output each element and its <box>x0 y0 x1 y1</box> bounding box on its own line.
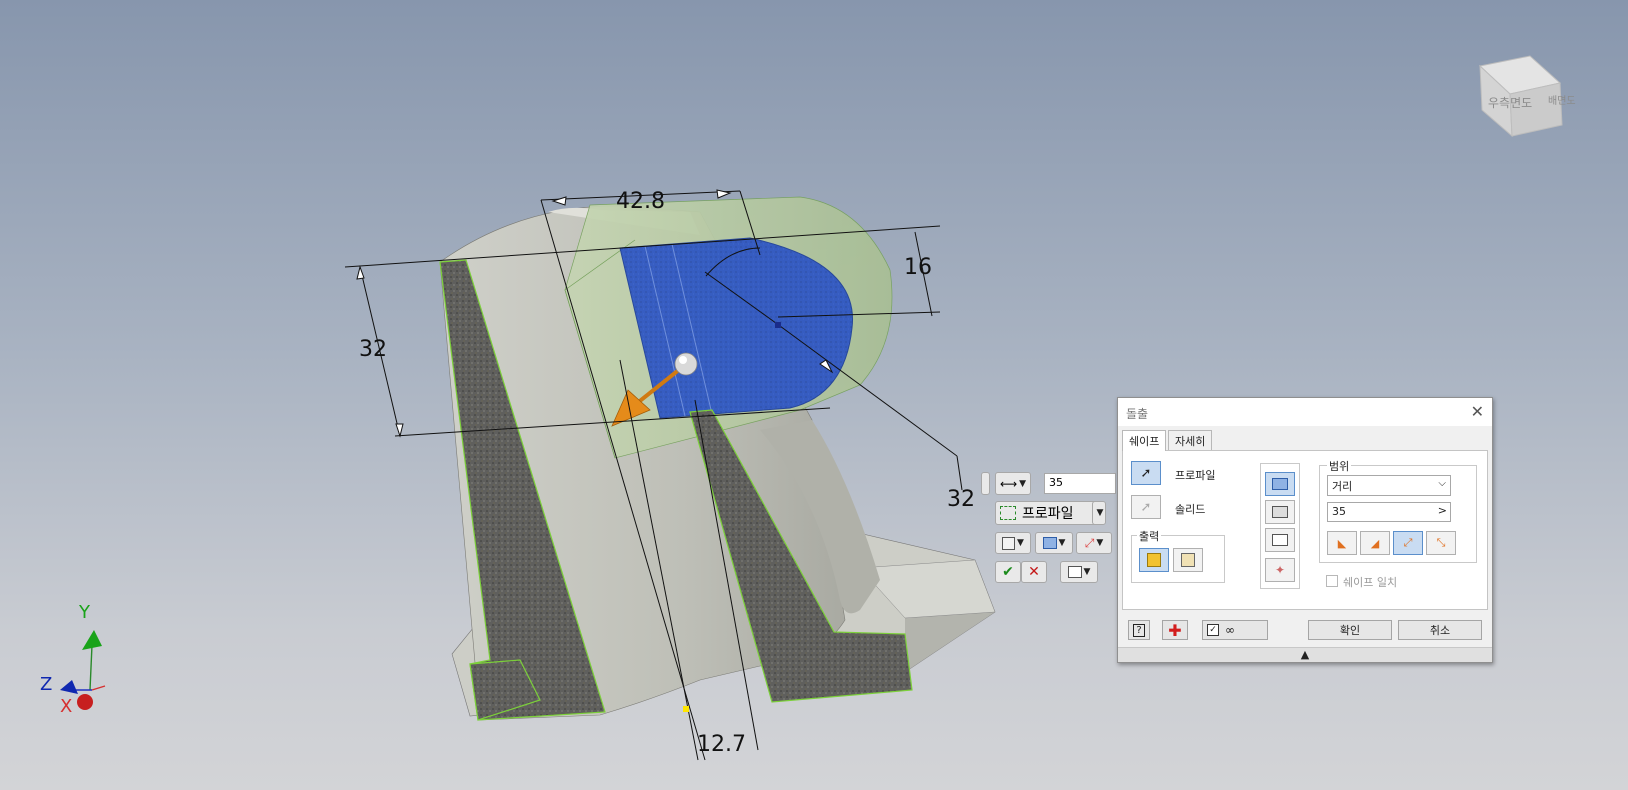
surface-box-icon <box>1181 553 1195 567</box>
expand-bar[interactable]: ▲ <box>1118 647 1492 662</box>
output-surface-button[interactable] <box>1173 548 1203 572</box>
ok-mini-button[interactable]: ✔ <box>995 561 1021 583</box>
profile-label: 프로파일 <box>1175 469 1216 482</box>
chevron-down-icon: ▼ <box>1096 508 1104 518</box>
extrude-dialog: 돌출 ✕ 쉐이프 자세히 ➚ 프로파일 ➚ 솔리드 출력 ✦ 범위 거리 ⌵ 3… <box>1117 397 1493 663</box>
extent-distance-value: 35 <box>1332 505 1346 518</box>
cancel-mini-button[interactable]: ✕ <box>1021 561 1047 583</box>
chevron-down-icon: ▼ <box>1019 478 1027 489</box>
tab-shape[interactable]: 쉐이프 <box>1122 430 1167 451</box>
distance-icon: ⟷ <box>999 476 1018 491</box>
asymmetric-button[interactable]: ⤡ <box>1426 531 1456 555</box>
add-button[interactable]: ✚ <box>1162 620 1188 640</box>
distance-mode-button[interactable]: ⟷ ▼ <box>995 472 1031 495</box>
close-icon[interactable]: ✕ <box>1471 402 1484 421</box>
cursor-icon: ➚ <box>1140 499 1152 515</box>
solid-box-icon <box>1002 536 1016 550</box>
tab-more[interactable]: 자세히 <box>1168 430 1213 450</box>
intersect-button[interactable] <box>1265 528 1295 552</box>
extent-distance-input[interactable]: 35 > <box>1327 502 1451 522</box>
match-shape-label: 쉐이프 일치 <box>1343 576 1398 589</box>
model-scene[interactable] <box>0 0 1628 790</box>
viewcube-side-label[interactable]: 배면도 <box>1548 92 1576 107</box>
chevron-down-icon: ▼ <box>1083 567 1091 577</box>
extent-type-select[interactable]: 거리 ⌵ <box>1327 475 1451 496</box>
chevron-right-icon[interactable]: > <box>1438 504 1447 517</box>
output-solid-button[interactable] <box>1139 548 1169 572</box>
profile-center-point[interactable] <box>775 322 781 328</box>
direction-2-button[interactable]: ◢ <box>1360 531 1390 555</box>
expand-arrow-icon: ▲ <box>1300 648 1310 661</box>
profile-select-button[interactable]: 프로파일 <box>995 501 1101 525</box>
viewcube-front-label[interactable]: 우측면도 <box>1488 94 1532 111</box>
direction-1-icon: ◣ <box>1337 536 1347 550</box>
view-cube[interactable]: 우측면도 배면도 <box>1478 38 1598 148</box>
new-solid-button[interactable]: ✦ <box>1265 558 1295 582</box>
more-options-button[interactable]: ▼ <box>1060 561 1098 583</box>
list-icon <box>1067 566 1082 578</box>
cancel-button[interactable]: 취소 <box>1398 620 1482 640</box>
axis-x-label: X <box>60 696 73 717</box>
match-shape-checkbox[interactable] <box>1326 575 1338 587</box>
join-icon <box>1042 537 1057 549</box>
direction-1-button[interactable]: ◣ <box>1327 531 1357 555</box>
new-solid-icon: ✦ <box>1274 563 1286 577</box>
output-label: 출력 <box>1137 528 1162 544</box>
dim-left[interactable]: 32 <box>359 339 387 361</box>
symmetric-direction-icon: ⤢ <box>1084 535 1095 550</box>
profile-select-icon <box>1000 506 1016 520</box>
profile-select-btn[interactable]: ➚ <box>1131 461 1161 485</box>
intersect-icon <box>1272 534 1288 546</box>
chevron-down-icon: ▼ <box>1058 538 1066 548</box>
help-button[interactable]: ? <box>1128 620 1150 640</box>
chevron-down-icon: ⌵ <box>1438 478 1446 489</box>
sketch-point[interactable] <box>683 706 689 712</box>
solid-box-icon <box>1147 553 1161 567</box>
join-button[interactable] <box>1265 472 1295 496</box>
dim-top[interactable]: 42.8 <box>616 191 665 213</box>
help-icon: ? <box>1133 623 1145 637</box>
axis-z-label: Z <box>40 674 53 695</box>
plus-icon: ✚ <box>1168 620 1182 640</box>
cut-button[interactable] <box>1265 500 1295 524</box>
chevron-down-icon: ▼ <box>1096 538 1104 548</box>
dim-bottom[interactable]: 12.7 <box>697 734 746 756</box>
model-viewport[interactable]: 42.8 16 32 32 12.7 Y Z X 우측면도 배면도 ⟷ ▼ 35 … <box>0 0 1628 790</box>
axis-y-label: Y <box>79 602 90 623</box>
preview-toggle[interactable]: ✓ ∞ <box>1202 620 1268 640</box>
direction-type-button[interactable]: ⤢ ▼ <box>1076 532 1112 554</box>
symmetric-button[interactable]: ⤢ <box>1393 531 1423 555</box>
dialog-title: 돌출 <box>1126 407 1149 421</box>
symmetric-icon: ⤢ <box>1403 536 1413 549</box>
direction-2-icon: ◢ <box>1370 536 1380 550</box>
extent-type-value: 거리 <box>1332 480 1353 493</box>
mini-toolbar-grip[interactable] <box>981 472 990 495</box>
join-icon <box>1272 478 1288 490</box>
checkbox-checked-icon: ✓ <box>1207 624 1219 636</box>
shape-panel: ➚ 프로파일 ➚ 솔리드 출력 ✦ 범위 거리 ⌵ 35 > ◣ ◢ ⤢ ⤡ 쉐… <box>1122 450 1488 610</box>
chevron-down-icon: ▼ <box>1017 538 1024 548</box>
cut-icon <box>1272 506 1288 518</box>
dim-right[interactable]: 16 <box>904 257 932 279</box>
cursor-icon: ➚ <box>1140 465 1152 481</box>
profile-select-label: 프로파일 <box>1022 506 1074 522</box>
extent-label: 범위 <box>1327 458 1352 474</box>
solid-label: 솔리드 <box>1175 503 1206 516</box>
distance-input[interactable]: 35 <box>1044 473 1116 494</box>
ok-button[interactable]: 확인 <box>1308 620 1392 640</box>
glasses-icon: ∞ <box>1225 623 1235 637</box>
operation-type-button[interactable]: ▼ <box>1035 532 1073 554</box>
profile-dropdown-button[interactable]: ▼ <box>1092 501 1106 525</box>
dim-bottom-right[interactable]: 32 <box>947 489 975 511</box>
asymmetric-icon: ⤡ <box>1436 536 1446 549</box>
solid-select-btn[interactable]: ➚ <box>1131 495 1161 519</box>
dialog-titlebar[interactable]: 돌출 ✕ <box>1118 398 1492 426</box>
output-type-button[interactable]: ▼ <box>995 532 1031 554</box>
